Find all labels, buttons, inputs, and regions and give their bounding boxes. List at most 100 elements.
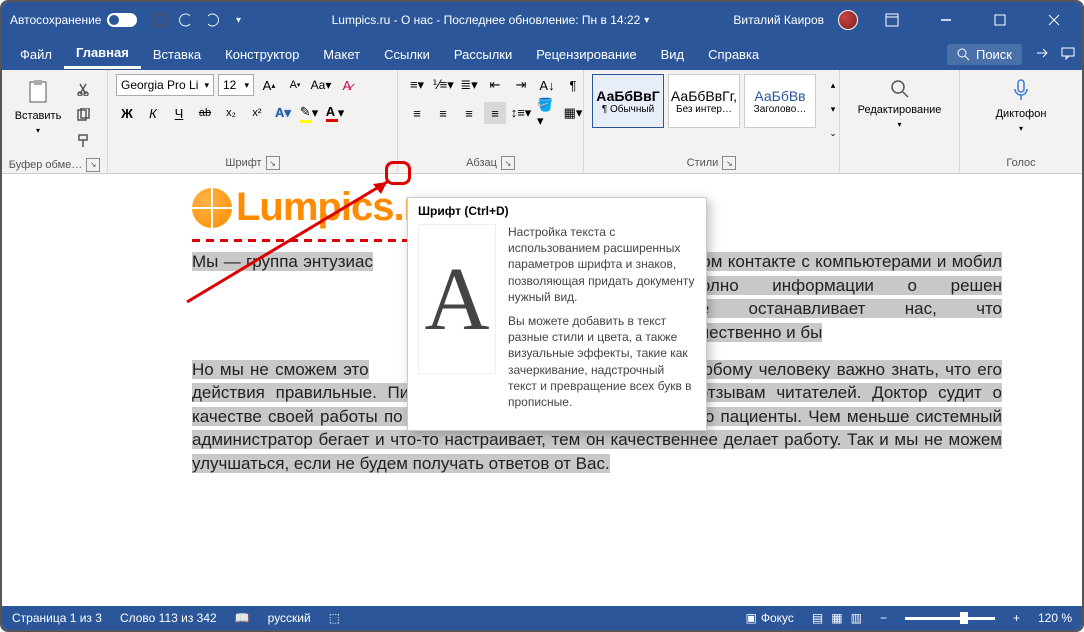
autosave-toggle[interactable]: Автосохранение bbox=[10, 13, 137, 27]
copy-button[interactable] bbox=[72, 104, 94, 126]
chevron-down-icon: ▾ bbox=[1019, 124, 1023, 133]
bold-button[interactable]: Ж bbox=[116, 102, 138, 124]
tab-design[interactable]: Конструктор bbox=[213, 41, 311, 68]
change-case-button[interactable]: Aa▾ bbox=[310, 74, 332, 96]
tooltip-title: Шрифт (Ctrl+D) bbox=[408, 198, 706, 220]
tab-help[interactable]: Справка bbox=[696, 41, 771, 68]
tab-insert[interactable]: Вставка bbox=[141, 41, 213, 68]
line-spacing-button[interactable]: ↕≡▾ bbox=[510, 102, 532, 124]
zoom-in-button[interactable]: + bbox=[1013, 611, 1020, 625]
strikethrough-button[interactable]: ab bbox=[194, 102, 216, 124]
cut-button[interactable] bbox=[72, 78, 94, 100]
search-placeholder: Поиск bbox=[976, 47, 1012, 62]
sort-button[interactable]: A↓ bbox=[536, 74, 558, 96]
word-window: Автосохранение ▾ Lumpics.ru - О нас - По… bbox=[0, 0, 1084, 632]
grow-font-button[interactable]: A▴ bbox=[258, 74, 280, 96]
font-color-button[interactable]: A▾ bbox=[324, 102, 346, 124]
undo-icon[interactable] bbox=[177, 11, 195, 29]
underline-button[interactable]: Ч bbox=[168, 102, 190, 124]
tab-references[interactable]: Ссылки bbox=[372, 41, 442, 68]
microphone-icon bbox=[1010, 78, 1032, 104]
increase-indent-button[interactable]: ⇥ bbox=[510, 74, 532, 96]
share-icon[interactable] bbox=[1034, 45, 1050, 64]
justify-button[interactable]: ≡ bbox=[484, 102, 506, 124]
status-proofing-icon[interactable]: 📖 bbox=[235, 611, 250, 625]
document-title: Lumpics.ru - О нас - Последнее обновлени… bbox=[255, 13, 725, 27]
orange-icon bbox=[192, 188, 232, 228]
tab-file[interactable]: Файл bbox=[8, 41, 64, 68]
chevron-down-icon[interactable]: ▾ bbox=[644, 15, 649, 26]
font-dialog-tooltip: Шрифт (Ctrl+D) A Настройка текста с испо… bbox=[407, 197, 707, 431]
align-right-button[interactable]: ≡ bbox=[458, 102, 480, 124]
minimize-button[interactable] bbox=[926, 2, 966, 38]
ribbon: Вставить ▾ Буфер обме…↘ Georgia Pro Li▾ … bbox=[2, 70, 1082, 174]
bullets-button[interactable]: ≡▾ bbox=[406, 74, 428, 96]
group-paragraph: ≡▾ ⅟≡▾ ≣▾ ⇤ ⇥ A↓ ¶ ≡ ≡ ≡ ≡ ↕≡▾ 🪣▾ ▦▾ bbox=[398, 70, 584, 173]
web-layout-icon[interactable]: ▥ bbox=[851, 611, 862, 625]
group-clipboard: Вставить ▾ Буфер обме…↘ bbox=[2, 70, 108, 173]
format-painter-button[interactable] bbox=[72, 130, 94, 152]
tab-review[interactable]: Рецензирование bbox=[524, 41, 648, 68]
toggle-off-icon[interactable] bbox=[107, 13, 137, 27]
comments-icon[interactable] bbox=[1060, 45, 1076, 64]
font-size-combo[interactable]: 12▾ bbox=[218, 74, 254, 96]
focus-mode-button[interactable]: ▣ Фокус bbox=[746, 611, 794, 625]
subscript-button[interactable]: x₂ bbox=[220, 102, 242, 124]
paste-button[interactable]: Вставить ▾ bbox=[10, 74, 66, 139]
decrease-indent-button[interactable]: ⇤ bbox=[484, 74, 506, 96]
align-left-button[interactable]: ≡ bbox=[406, 102, 428, 124]
font-name-combo[interactable]: Georgia Pro Li▾ bbox=[116, 74, 214, 96]
tooltip-preview-icon: A bbox=[418, 224, 496, 374]
style-normal[interactable]: АаБбВвГ¶ Обычный bbox=[592, 74, 664, 128]
highlight-button[interactable]: ✎▾ bbox=[298, 102, 320, 124]
group-voice-label: Голос bbox=[1006, 157, 1035, 169]
shrink-font-button[interactable]: A▾ bbox=[284, 74, 306, 96]
group-styles: АаБбВвГ¶ Обычный АаБбВвГг,Без интер… АаБ… bbox=[584, 70, 840, 173]
styles-scroll-down-icon[interactable]: ▾ bbox=[822, 98, 844, 120]
zoom-slider[interactable] bbox=[905, 617, 995, 620]
tab-view[interactable]: Вид bbox=[649, 41, 697, 68]
title-bar: Автосохранение ▾ Lumpics.ru - О нас - По… bbox=[2, 2, 1082, 38]
align-center-button[interactable]: ≡ bbox=[432, 102, 454, 124]
shading-button[interactable]: 🪣▾ bbox=[536, 102, 558, 124]
read-mode-icon[interactable]: ▤ bbox=[812, 611, 823, 625]
clipboard-launcher[interactable]: ↘ bbox=[86, 158, 100, 172]
user-avatar[interactable] bbox=[838, 10, 858, 30]
styles-more-icon[interactable]: ⌄ bbox=[822, 122, 844, 144]
status-words[interactable]: Слово 113 из 342 bbox=[120, 611, 217, 625]
tab-home[interactable]: Главная bbox=[64, 39, 141, 69]
font-dialog-launcher[interactable]: ↘ bbox=[266, 156, 280, 170]
italic-button[interactable]: К bbox=[142, 102, 164, 124]
paragraph-launcher[interactable]: ↘ bbox=[501, 156, 515, 170]
dictate-button[interactable]: Диктофон ▾ bbox=[993, 74, 1049, 137]
text-effects-button[interactable]: A▾ bbox=[272, 102, 294, 124]
tab-mailings[interactable]: Рассылки bbox=[442, 41, 524, 68]
zoom-out-button[interactable]: − bbox=[880, 611, 887, 625]
save-icon[interactable] bbox=[151, 11, 169, 29]
close-button[interactable] bbox=[1034, 2, 1074, 38]
status-page[interactable]: Страница 1 из 3 bbox=[12, 611, 102, 625]
maximize-button[interactable] bbox=[980, 2, 1020, 38]
tab-layout[interactable]: Макет bbox=[311, 41, 372, 68]
ribbon-display-options-icon[interactable] bbox=[872, 2, 912, 38]
qat-dropdown-icon[interactable]: ▾ bbox=[229, 11, 247, 29]
clipboard-icon bbox=[24, 78, 52, 106]
show-marks-button[interactable]: ¶ bbox=[562, 74, 584, 96]
print-layout-icon[interactable]: ▦ bbox=[831, 611, 842, 625]
numbering-button[interactable]: ⅟≡▾ bbox=[432, 74, 454, 96]
multilevel-list-button[interactable]: ≣▾ bbox=[458, 74, 480, 96]
style-no-spacing[interactable]: АаБбВвГг,Без интер… bbox=[668, 74, 740, 128]
search-box[interactable]: Поиск bbox=[947, 44, 1022, 65]
superscript-button[interactable]: x² bbox=[246, 102, 268, 124]
clear-formatting-button[interactable]: A̷ bbox=[336, 74, 358, 96]
status-language[interactable]: русский bbox=[268, 611, 311, 625]
status-accessibility-icon[interactable]: ⬚ bbox=[329, 611, 340, 625]
group-styles-label: Стили bbox=[687, 157, 719, 169]
styles-scroll-up-icon[interactable]: ▴ bbox=[822, 74, 844, 96]
zoom-level[interactable]: 120 % bbox=[1038, 611, 1072, 625]
style-heading1[interactable]: АаБбВвЗаголово… bbox=[744, 74, 816, 128]
styles-launcher[interactable]: ↘ bbox=[722, 156, 736, 170]
editing-dropdown[interactable]: Редактирование ▾ bbox=[872, 74, 928, 133]
redo-icon[interactable] bbox=[203, 11, 221, 29]
borders-button[interactable]: ▦▾ bbox=[562, 102, 584, 124]
